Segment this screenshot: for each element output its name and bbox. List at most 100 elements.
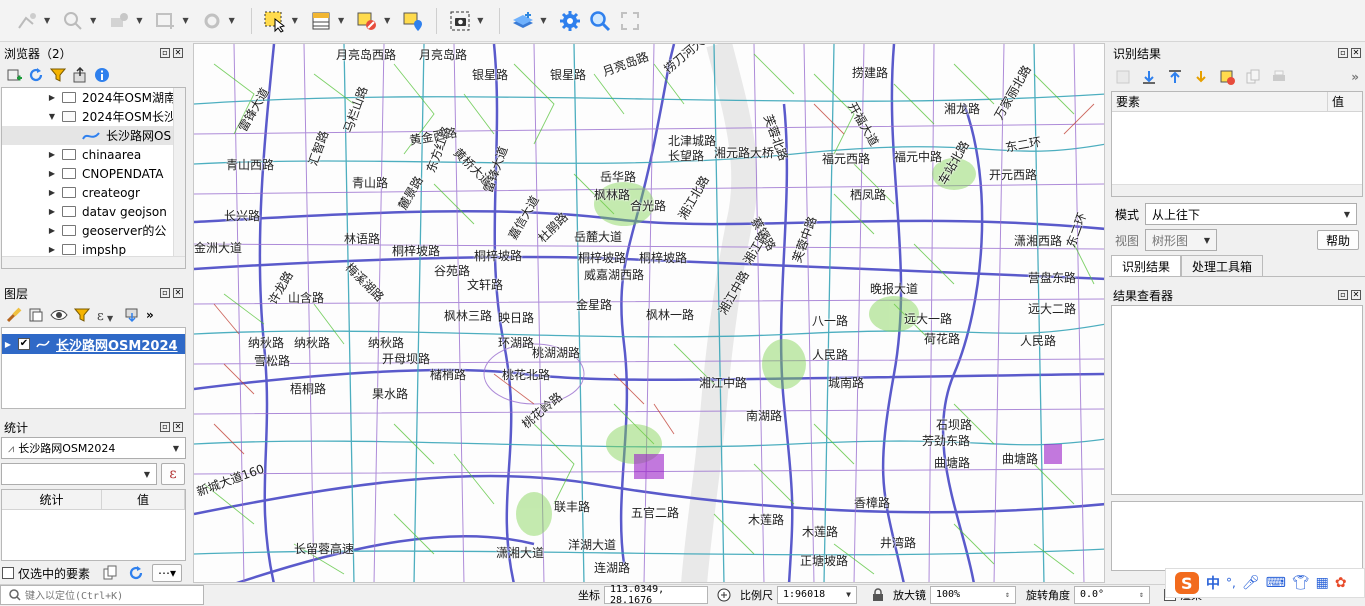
more-icon[interactable]: » [146, 308, 154, 322]
float-icon[interactable]: ▫ [1338, 290, 1348, 300]
column-header-value[interactable]: 值 [1328, 92, 1362, 111]
browser-item[interactable]: ▶ CNOPENDATA [2, 164, 185, 183]
select-features-icon[interactable] [262, 8, 288, 34]
magnifier-field[interactable]: 100% ⇕ [930, 585, 1016, 604]
map-road-label: 映日路 [498, 311, 535, 325]
close-icon[interactable]: ✕ [1351, 48, 1361, 58]
close-icon[interactable]: ✕ [173, 48, 183, 58]
statistics-panel-header: 统计 ▫ ✕ [0, 417, 187, 437]
svg-text:▼: ▼ [107, 314, 114, 323]
visibility-eye-icon[interactable] [50, 307, 68, 323]
sogou-logo-icon[interactable]: S [1174, 571, 1200, 595]
move-to-bottom-icon[interactable] [124, 307, 140, 323]
refresh-icon[interactable] [128, 565, 144, 581]
ime-mode-toggle[interactable]: 中 [1206, 573, 1220, 593]
print-icon[interactable] [1271, 69, 1287, 85]
copy-icon[interactable] [102, 565, 118, 581]
layers-tree: ▶ ✔ 长沙路网OSM2024 [1, 327, 186, 409]
identify-magnifier-icon[interactable] [587, 8, 613, 34]
select-location-icon[interactable] [400, 8, 426, 34]
column-header-feature[interactable]: 要素 [1112, 92, 1328, 111]
view-select[interactable]: 树形图 ▼ [1145, 229, 1218, 251]
expand-new-icon[interactable] [1193, 69, 1209, 85]
lock-scale-icon[interactable] [871, 587, 885, 602]
coordinate-toggle-icon[interactable] [716, 587, 732, 603]
coordinate-field[interactable]: 113.0349, 28.1676 [604, 584, 708, 606]
ime-punct-toggle[interactable]: °, [1226, 576, 1236, 590]
mode-select[interactable]: 从上往下 ▼ [1145, 203, 1358, 225]
expression-filter-icon[interactable]: ε ▼ [96, 307, 118, 323]
layer-visibility-checkbox[interactable]: ✔ [18, 338, 30, 350]
help-button[interactable]: 帮助 [1317, 230, 1359, 250]
more-options-button[interactable]: ⋯▾ [152, 564, 183, 582]
browser-item[interactable]: ▼ 2024年OSM长沙 [2, 107, 185, 126]
map-road-label: 开母坝路 [382, 352, 431, 366]
deselect-icon[interactable] [354, 8, 380, 34]
float-icon[interactable]: ▫ [160, 288, 170, 298]
attribute-table-icon[interactable] [308, 8, 334, 34]
map-canvas[interactable]: 月亮岛西路 月亮岛路 银星路 银星路 月亮岛路 捞刀河大道 捞建路 芙蓉北路 开福大道 湘龙路 万家… [193, 43, 1105, 583]
column-header-value[interactable]: 值 [102, 490, 185, 509]
browser-item[interactable]: ▶ createogr [2, 183, 185, 202]
skin-shirt-icon[interactable]: 👕︎ [1292, 575, 1310, 591]
add-feature-icon[interactable] [152, 8, 178, 34]
column-header-stat[interactable]: 统计 [2, 490, 102, 509]
settings-gear-icon[interactable] [557, 8, 583, 34]
filter-icon[interactable] [74, 307, 90, 323]
scale-label: 比例尺 [740, 588, 773, 602]
toolbox-grid-icon[interactable]: ▦ [1316, 575, 1329, 591]
mascot-icon[interactable]: ✿ [1335, 575, 1347, 591]
fullscreen-icon[interactable] [617, 8, 643, 34]
rotation-field[interactable]: 0.0° ⇕ [1074, 585, 1150, 604]
float-icon[interactable]: ▫ [160, 48, 170, 58]
layer-item[interactable]: ▶ ✔ 长沙路网OSM2024 [2, 334, 185, 354]
more-icon[interactable]: » [1351, 70, 1359, 84]
identify-hscrollbar[interactable] [1112, 184, 1362, 196]
edit-settings-icon[interactable] [199, 8, 225, 34]
search-icon [9, 588, 21, 601]
statistics-layer-value: 长沙路网OSM2024 [18, 442, 116, 455]
close-icon[interactable]: ✕ [173, 288, 183, 298]
add-group-icon[interactable] [28, 307, 44, 323]
tab-processing-toolbox[interactable]: 处理工具箱 [1181, 255, 1264, 276]
expand-tree-icon[interactable] [1115, 69, 1131, 85]
refresh-icon[interactable] [28, 67, 44, 83]
browser-hscrollbar[interactable] [2, 256, 185, 268]
statistics-field-select[interactable]: ▼ [1, 463, 157, 485]
keyboard-icon[interactable]: ⌨ [1266, 575, 1286, 591]
zoom-layer-icon[interactable] [60, 8, 86, 34]
browser-item-layer[interactable]: 长沙路网OS [2, 126, 185, 145]
expression-button[interactable]: ε [161, 463, 185, 485]
collapse-all-icon[interactable] [1167, 69, 1183, 85]
info-icon[interactable] [94, 67, 110, 83]
browser-item[interactable]: ▶ 2024年OSM湖南 [2, 88, 185, 107]
close-icon[interactable]: ✕ [1351, 290, 1361, 300]
screenshot-icon[interactable] [447, 8, 473, 34]
float-icon[interactable]: ▫ [1338, 48, 1348, 58]
only-selected-checkbox[interactable] [2, 567, 14, 579]
browser-item[interactable]: ▶ chinaarea [2, 145, 185, 164]
map-road-label: 长兴路 [224, 209, 261, 223]
browser-vscrollbar[interactable] [173, 88, 185, 256]
browser-item[interactable]: ▶ geoserver的公 [2, 221, 185, 240]
map-road-label: 雪松路 [254, 354, 291, 368]
vertex-tool-icon[interactable] [106, 8, 132, 34]
scale-field[interactable]: 1:96018 ▼ [777, 585, 857, 604]
add-layer-icon[interactable] [6, 67, 22, 83]
expand-all-icon[interactable] [1141, 69, 1157, 85]
close-icon[interactable]: ✕ [173, 422, 183, 432]
collapse-all-icon[interactable] [72, 67, 88, 83]
layer-style-icon[interactable] [510, 8, 536, 34]
results-viewer-lower [1111, 501, 1363, 571]
float-icon[interactable]: ▫ [160, 422, 170, 432]
copy-icon[interactable] [1245, 69, 1261, 85]
statistics-layer-select[interactable]: ⩘ 长沙路网OSM2024 ▼ [1, 437, 186, 459]
tab-identify-results[interactable]: 识别结果 [1111, 255, 1182, 276]
clear-results-icon[interactable] [1219, 69, 1235, 85]
style-brush-icon[interactable] [6, 307, 22, 323]
digitize-icon[interactable] [14, 8, 40, 34]
microphone-icon[interactable]: 🎤︎ [1242, 575, 1260, 591]
filter-icon[interactable] [50, 67, 66, 83]
browser-item[interactable]: ▶ datav geojson [2, 202, 185, 221]
locator-search[interactable]: 键入以定位(Ctrl+K) [0, 584, 204, 605]
